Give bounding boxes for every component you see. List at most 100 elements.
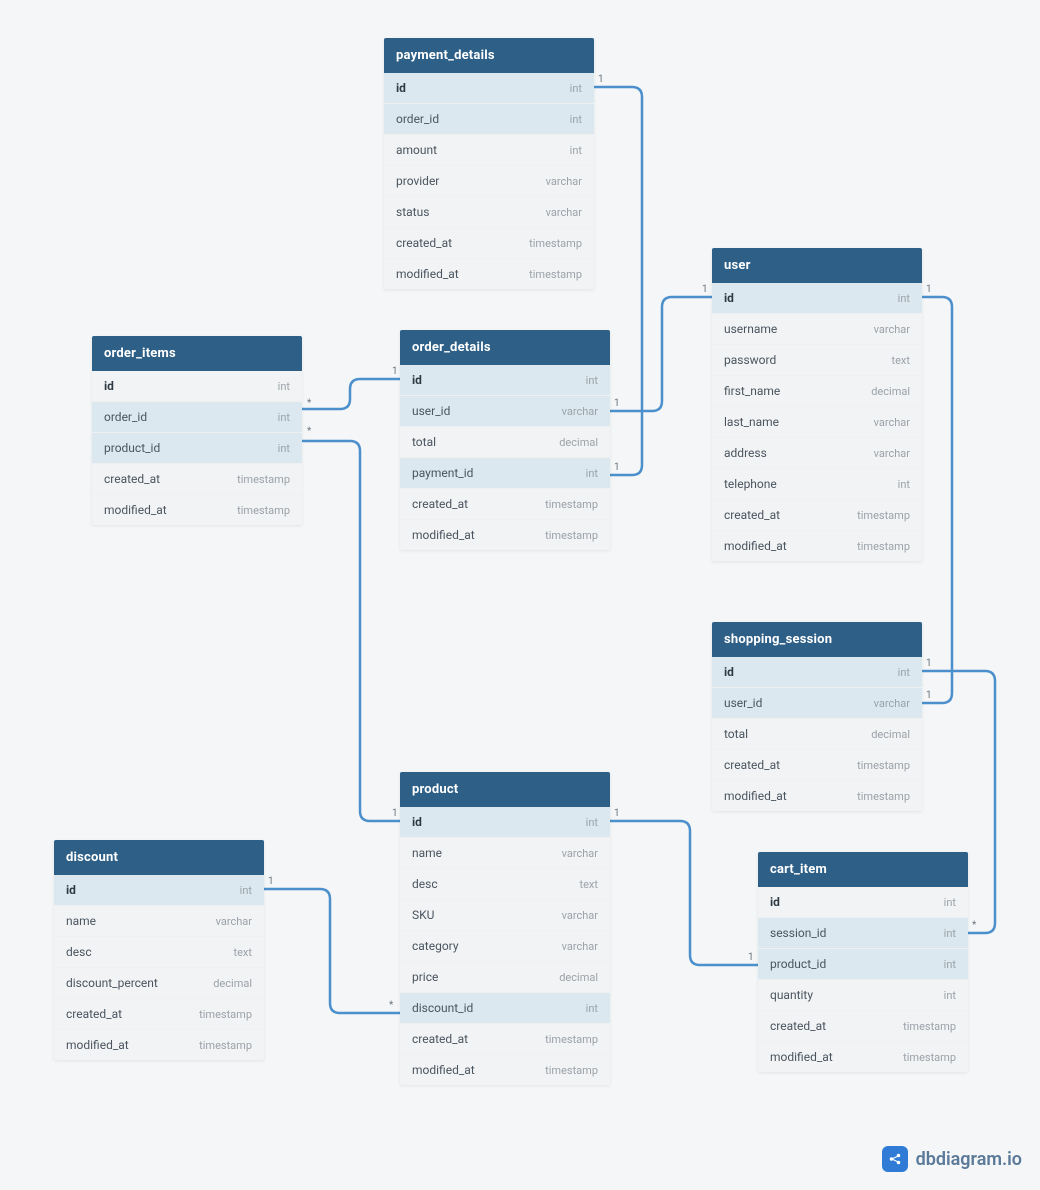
- column-row[interactable]: categoryvarchar: [400, 931, 610, 962]
- column-row[interactable]: modified_attimestamp: [92, 495, 302, 525]
- column-type: varchar: [546, 206, 582, 219]
- diagram-canvas[interactable]: * 1 * 1 1 1 1 1 1 1 1 * 1 1 * 1 payment_…: [0, 0, 1040, 1190]
- column-type: timestamp: [199, 1008, 252, 1021]
- column-row[interactable]: modified_attimestamp: [400, 520, 610, 550]
- column-row[interactable]: idint: [400, 365, 610, 396]
- column-type: decimal: [559, 436, 598, 449]
- table-header[interactable]: cart_item: [758, 852, 968, 887]
- column-row[interactable]: order_idint: [384, 104, 594, 135]
- column-row[interactable]: last_namevarchar: [712, 407, 922, 438]
- column-row[interactable]: idint: [400, 807, 610, 838]
- column-name: amount: [396, 143, 437, 157]
- column-name: desc: [66, 945, 92, 959]
- column-row[interactable]: namevarchar: [400, 838, 610, 869]
- column-row[interactable]: session_idint: [758, 918, 968, 949]
- table-header[interactable]: shopping_session: [712, 622, 922, 657]
- column-type: int: [570, 144, 582, 157]
- column-row[interactable]: modified_attimestamp: [400, 1055, 610, 1085]
- column-row[interactable]: modified_attimestamp: [54, 1030, 264, 1060]
- column-row[interactable]: created_attimestamp: [400, 489, 610, 520]
- column-row[interactable]: created_attimestamp: [92, 464, 302, 495]
- column-row[interactable]: created_attimestamp: [400, 1024, 610, 1055]
- table-header[interactable]: discount: [54, 840, 264, 875]
- column-row[interactable]: modified_attimestamp: [712, 781, 922, 811]
- column-type: int: [898, 478, 910, 491]
- column-type: timestamp: [237, 504, 290, 517]
- column-row[interactable]: order_idint: [92, 402, 302, 433]
- column-row[interactable]: discount_idint: [400, 993, 610, 1024]
- column-row[interactable]: created_attimestamp: [712, 750, 922, 781]
- column-row[interactable]: desctext: [400, 869, 610, 900]
- column-row[interactable]: created_attimestamp: [758, 1011, 968, 1042]
- column-row[interactable]: idint: [712, 283, 922, 314]
- column-row[interactable]: discount_percentdecimal: [54, 968, 264, 999]
- column-row[interactable]: idint: [384, 73, 594, 104]
- table-order_details[interactable]: order_detailsidintuser_idvarchartotal dec…: [400, 330, 610, 550]
- column-row[interactable]: status varchar: [384, 197, 594, 228]
- table-shopping_session[interactable]: shopping_sessionidintuser_idvarchartotal…: [712, 622, 922, 811]
- table-order_items[interactable]: order_itemsidintorder_idintproduct_idint…: [92, 336, 302, 525]
- column-name: session_id: [770, 926, 826, 940]
- column-row[interactable]: totaldecimal: [712, 719, 922, 750]
- column-row[interactable]: idint: [54, 875, 264, 906]
- column-type: int: [898, 666, 910, 679]
- column-row[interactable]: idint: [92, 371, 302, 402]
- column-name: total: [412, 435, 436, 449]
- column-row[interactable]: telephoneint: [712, 469, 922, 500]
- column-row[interactable]: modified_attimestamp: [384, 259, 594, 289]
- column-row[interactable]: created_attimestamp: [54, 999, 264, 1030]
- column-name: created_at: [724, 758, 780, 772]
- column-row[interactable]: total decimal: [400, 427, 610, 458]
- column-row[interactable]: quantityint: [758, 980, 968, 1011]
- column-name: first_name: [724, 384, 780, 398]
- column-row[interactable]: payment_idint: [400, 458, 610, 489]
- column-row[interactable]: amount int: [384, 135, 594, 166]
- column-type: int: [944, 958, 956, 971]
- column-row[interactable]: passwordtext: [712, 345, 922, 376]
- column-row[interactable]: idint: [712, 657, 922, 688]
- column-row[interactable]: created_attimestamp: [384, 228, 594, 259]
- column-row[interactable]: usernamevarchar: [712, 314, 922, 345]
- column-type: varchar: [874, 323, 910, 336]
- cardinality-label: 1: [598, 74, 604, 85]
- table-header[interactable]: order_details: [400, 330, 610, 365]
- table-header[interactable]: order_items: [92, 336, 302, 371]
- column-name: provider: [396, 174, 439, 188]
- column-row[interactable]: provider varchar: [384, 166, 594, 197]
- column-row[interactable]: SKUvarchar: [400, 900, 610, 931]
- column-row[interactable]: idint: [758, 887, 968, 918]
- column-row[interactable]: addressvarchar: [712, 438, 922, 469]
- column-row[interactable]: user_idvarchar: [400, 396, 610, 427]
- column-row[interactable]: created_attimestamp: [712, 500, 922, 531]
- column-row[interactable]: namevarchar: [54, 906, 264, 937]
- column-type: varchar: [874, 447, 910, 460]
- table-payment_details[interactable]: payment_detailsidintorder_idintamount int…: [384, 38, 594, 289]
- column-row[interactable]: pricedecimal: [400, 962, 610, 993]
- column-row[interactable]: modified_attimestamp: [712, 531, 922, 561]
- table-user[interactable]: useridintusernamevarcharpasswordtextfirs…: [712, 248, 922, 561]
- column-row[interactable]: desctext: [54, 937, 264, 968]
- column-row[interactable]: product_idint: [758, 949, 968, 980]
- table-discount[interactable]: discountidintnamevarchardesctextdiscount…: [54, 840, 264, 1060]
- table-header[interactable]: payment_details: [384, 38, 594, 73]
- column-type: timestamp: [545, 498, 598, 511]
- column-row[interactable]: product_idint: [92, 433, 302, 464]
- column-name: quantity: [770, 988, 813, 1002]
- column-row[interactable]: first_namedecimal: [712, 376, 922, 407]
- table-header[interactable]: product: [400, 772, 610, 807]
- column-type: int: [278, 442, 290, 455]
- column-name: modified_at: [396, 267, 459, 281]
- column-row[interactable]: user_idvarchar: [712, 688, 922, 719]
- table-product[interactable]: productidintnamevarchardesctextSKUvarcha…: [400, 772, 610, 1085]
- column-name: modified_at: [770, 1050, 833, 1064]
- table-header[interactable]: user: [712, 248, 922, 283]
- column-row[interactable]: modified_attimestamp: [758, 1042, 968, 1072]
- branding-logo: dbdiagram.io: [882, 1146, 1022, 1172]
- column-type: varchar: [546, 175, 582, 188]
- column-type: int: [586, 374, 598, 387]
- column-name: status: [396, 205, 429, 219]
- column-name: SKU: [412, 908, 434, 922]
- cardinality-label: 1: [614, 462, 620, 473]
- column-type: varchar: [562, 847, 598, 860]
- table-cart_item[interactable]: cart_itemidintsession_idintproduct_idint…: [758, 852, 968, 1072]
